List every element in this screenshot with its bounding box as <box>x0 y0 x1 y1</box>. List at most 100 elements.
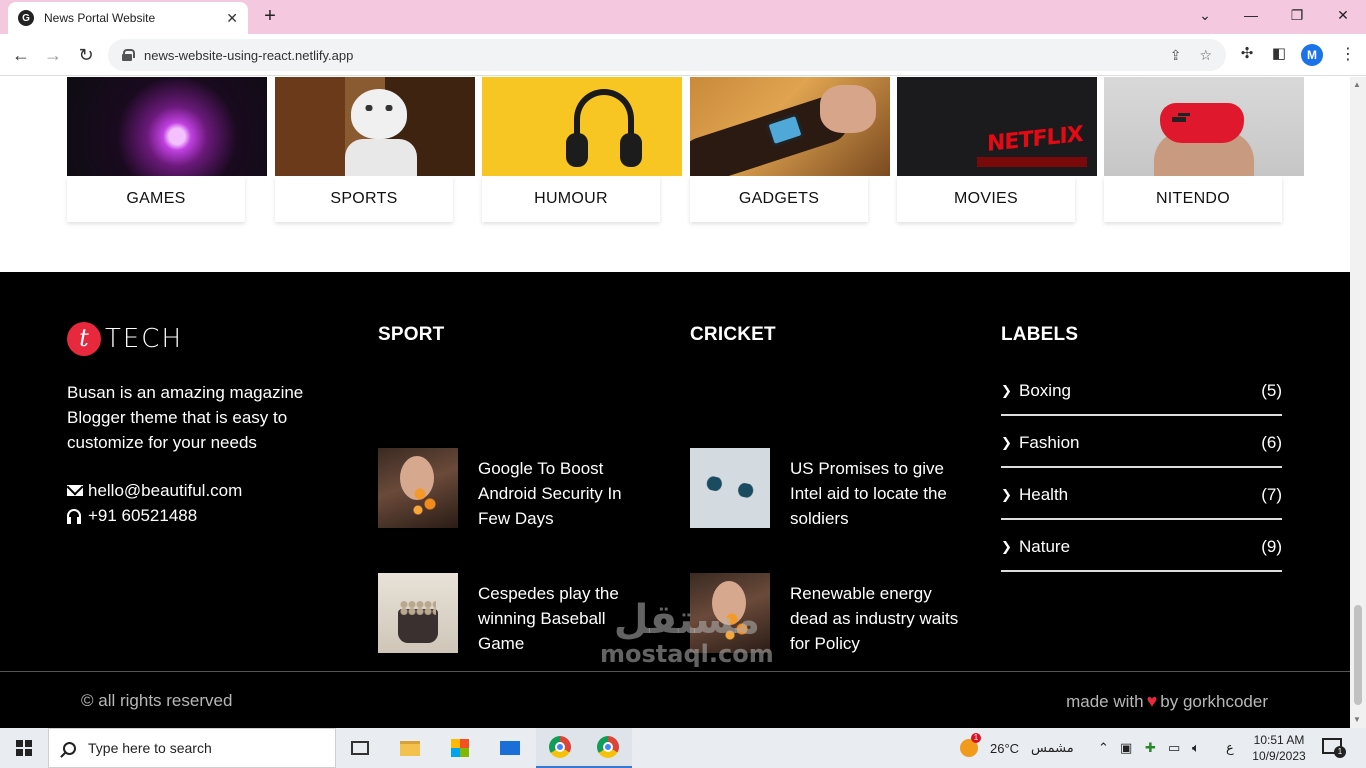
security-icon[interactable]: ✚ <box>1145 728 1156 768</box>
mail-button[interactable] <box>486 728 534 768</box>
contact-phone[interactable]: +91 60521488 <box>88 503 197 528</box>
category-card-sports[interactable]: SPORTS <box>275 77 475 222</box>
cricket-post[interactable]: Renewable energy dead as industry waits … <box>690 573 960 656</box>
address-bar[interactable]: news-website-using-react.netlify.app ⇪ ☆ <box>108 39 1226 71</box>
category-card-games[interactable]: GAMES <box>67 77 267 222</box>
tab-title: News Portal Website <box>44 11 156 25</box>
close-window-button[interactable]: ✕ <box>1320 4 1366 26</box>
minimize-button[interactable]: — <box>1228 4 1274 26</box>
lock-icon[interactable] <box>122 49 135 61</box>
restore-button[interactable]: ❐ <box>1274 4 1320 26</box>
store-icon <box>451 739 469 757</box>
category-card-humour[interactable]: HUMOUR <box>482 77 682 222</box>
label-item-fashion[interactable]: ❯ Fashion (6) <box>1001 416 1282 468</box>
label-name: Fashion <box>1019 433 1080 452</box>
label-item-nature[interactable]: ❯ Nature (9) <box>1001 520 1282 572</box>
scroll-down-arrow-icon[interactable]: ▼ <box>1353 715 1361 724</box>
category-image <box>1104 77 1304 176</box>
category-grid: GAMES SPORTS HUMOUR GADGETS NETFLIX MOVI… <box>0 77 1350 272</box>
label-item-boxing[interactable]: ❯ Boxing (5) <box>1001 364 1282 416</box>
store-button[interactable] <box>436 728 484 768</box>
new-tab-button[interactable]: + <box>258 5 282 29</box>
category-label: GAMES <box>67 176 245 222</box>
temperature: 26°C <box>990 740 1020 756</box>
category-label: SPORTS <box>275 176 453 222</box>
chrome-button[interactable] <box>536 728 584 768</box>
made-with-prefix: made with <box>1066 691 1144 711</box>
category-label: NITENDO <box>1104 176 1282 222</box>
headphones-icon <box>67 509 81 524</box>
task-view-button[interactable] <box>336 728 384 768</box>
weather-widget[interactable]: 26°C مشمس <box>960 728 1074 768</box>
volume-icon[interactable]: 🔈︎ <box>1192 728 1200 768</box>
side-panel-icon[interactable]: ◧ <box>1268 44 1290 62</box>
site-logo[interactable]: t TECH <box>67 322 183 356</box>
made-with-credit: made with ♥ by gorkhcoder <box>1066 691 1268 712</box>
url-text[interactable]: news-website-using-react.netlify.app <box>144 48 1152 63</box>
category-card-nintendo[interactable]: NITENDO <box>1104 77 1304 222</box>
category-card-gadgets[interactable]: GADGETS <box>690 77 890 222</box>
share-icon[interactable]: ⇪ <box>1170 47 1182 64</box>
task-view-icon <box>351 741 369 755</box>
site-favicon-icon: G <box>18 10 34 26</box>
sport-post[interactable]: Google To Boost Android Security In Few … <box>378 448 648 531</box>
browser-toolbar: ← → ↻ news-website-using-react.netlify.a… <box>0 34 1366 76</box>
folder-icon <box>400 740 420 756</box>
close-tab-icon[interactable]: ✕ <box>226 10 238 27</box>
clock-time: 10:51 AM <box>1253 733 1305 747</box>
windows-taskbar: Type here to search 26°C مشمس ⌃ ▣ ✚ ▭ 🔈︎… <box>0 728 1366 768</box>
post-title[interactable]: Renewable energy dead as industry waits … <box>790 581 960 656</box>
post-title[interactable]: Cespedes play the winning Baseball Game <box>478 581 648 656</box>
profile-avatar[interactable]: M <box>1301 44 1323 66</box>
post-title[interactable]: Google To Boost Android Security In Few … <box>478 456 648 531</box>
forward-arrow-icon[interactable]: → <box>40 42 66 68</box>
category-label: GADGETS <box>690 176 868 222</box>
scroll-up-arrow-icon[interactable]: ▲ <box>1353 80 1361 89</box>
clock-date: 10/9/2023 <box>1252 749 1306 763</box>
file-explorer-button[interactable] <box>386 728 434 768</box>
extensions-puzzle-icon[interactable]: ✣ <box>1236 44 1258 62</box>
chevron-right-icon: ❯ <box>1001 487 1012 502</box>
browser-tab-bar: G News Portal Website ✕ + ⌄ — ❐ ✕ <box>0 0 1366 34</box>
page-scrollbar[interactable]: ▲ ▼ <box>1350 77 1366 728</box>
contact-email[interactable]: hello@beautiful.com <box>88 478 242 503</box>
tab-search-chevron-icon[interactable]: ⌄ <box>1182 4 1228 26</box>
author-credit: by gorkhcoder <box>1160 691 1268 711</box>
label-count: (5) <box>1261 381 1282 400</box>
system-clock[interactable]: 10:51 AM 10/9/2023 <box>1250 732 1308 764</box>
heart-icon: ♥ <box>1146 691 1158 711</box>
post-thumbnail[interactable] <box>690 573 770 653</box>
chrome-icon <box>549 736 571 758</box>
network-device-icon[interactable]: ▣ <box>1120 728 1132 768</box>
mail-icon <box>500 741 520 755</box>
post-thumbnail[interactable] <box>378 448 458 528</box>
cricket-post[interactable]: US Promises to give Intel aid to locate … <box>690 448 960 531</box>
back-arrow-icon[interactable]: ← <box>8 42 34 68</box>
post-thumbnail[interactable] <box>378 573 458 653</box>
page-viewport: GAMES SPORTS HUMOUR GADGETS NETFLIX MOVI… <box>0 77 1350 728</box>
scrollbar-thumb[interactable] <box>1354 605 1362 705</box>
taskbar-search-box[interactable]: Type here to search <box>48 728 336 768</box>
sport-heading: SPORT <box>378 324 445 345</box>
chevron-right-icon: ❯ <box>1001 383 1012 398</box>
category-image: NETFLIX <box>897 77 1097 176</box>
start-button[interactable] <box>0 728 48 768</box>
post-thumbnail[interactable] <box>690 448 770 528</box>
chrome-profile-button[interactable] <box>584 728 632 768</box>
reload-icon[interactable]: ↻ <box>73 42 99 68</box>
bookmark-star-icon[interactable]: ☆ <box>1199 47 1212 64</box>
category-image <box>275 77 475 176</box>
post-title[interactable]: US Promises to give Intel aid to locate … <box>790 456 960 531</box>
label-item-health[interactable]: ❯ Health (7) <box>1001 468 1282 520</box>
search-placeholder: Type here to search <box>88 740 212 756</box>
browser-menu-icon[interactable]: ⋮ <box>1340 44 1356 64</box>
category-label: HUMOUR <box>482 176 660 222</box>
show-hidden-icons-chevron-icon[interactable]: ⌃ <box>1098 728 1109 768</box>
search-icon <box>63 741 76 755</box>
input-language-indicator[interactable]: ع <box>1226 728 1234 768</box>
browser-tab[interactable]: G News Portal Website ✕ <box>8 2 248 34</box>
sport-post[interactable]: Cespedes play the winning Baseball Game <box>378 573 648 656</box>
category-card-movies[interactable]: NETFLIX MOVIES <box>897 77 1097 222</box>
notifications-icon[interactable] <box>1322 738 1346 758</box>
battery-icon[interactable]: ▭ <box>1168 728 1180 768</box>
